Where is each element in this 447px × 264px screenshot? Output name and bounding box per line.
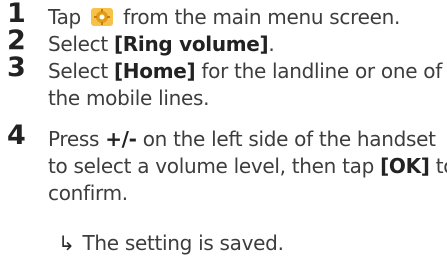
- step-text: Select [Ring volume].: [48, 32, 275, 56]
- result-arrow-icon: ↳: [58, 231, 75, 255]
- step-number: 1: [7, 0, 26, 29]
- result-text: The setting is saved.: [82, 231, 284, 255]
- settings-icon: [91, 8, 114, 26]
- step-number: 3: [7, 52, 26, 83]
- step-text: Tap from the main menu screen.: [48, 5, 401, 29]
- step-text: Select [Home] for the landline or one of…: [48, 59, 442, 110]
- instruction-document: 1 Tap from the main menu screen. 2 Selec…: [0, 0, 447, 264]
- step-number: 2: [7, 25, 26, 56]
- step-text: Press +/- on the left side of the handse…: [48, 127, 447, 205]
- step-number: 4: [7, 120, 26, 151]
- result-line: ↳ The setting is saved.: [48, 230, 444, 257]
